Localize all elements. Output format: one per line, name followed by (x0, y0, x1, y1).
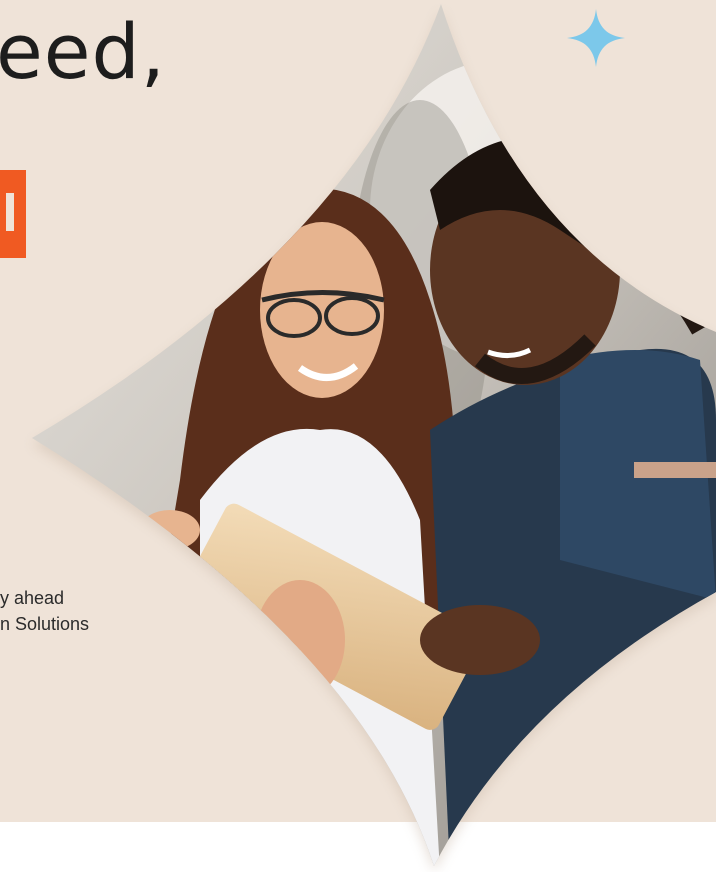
people-looking-at-tablet-photo (32, 4, 716, 872)
